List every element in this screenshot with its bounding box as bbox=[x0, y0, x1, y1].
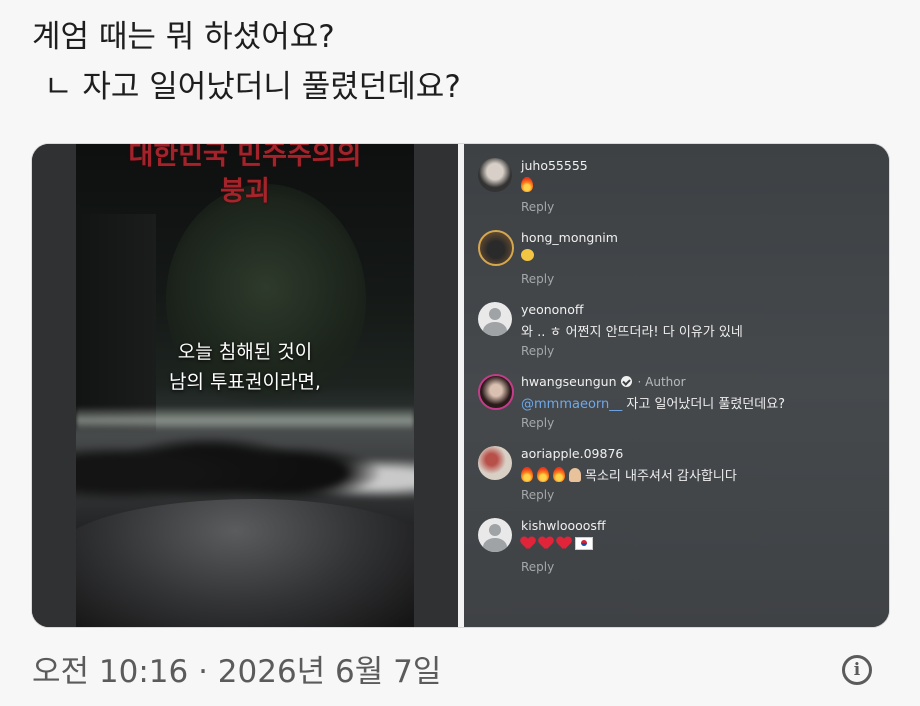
avatar[interactable] bbox=[478, 374, 514, 410]
car-image bbox=[76, 499, 414, 627]
post-text: 계엄 때는 뭐 하셨어요? ㄴ 자고 일어났더니 풀렸던데요? bbox=[32, 12, 461, 112]
heart-icon bbox=[557, 537, 571, 550]
heart-icon bbox=[539, 537, 553, 550]
comment-text bbox=[521, 177, 537, 194]
heart-icon bbox=[521, 537, 535, 550]
comment-item: hong_mongnim Reply bbox=[478, 230, 879, 300]
avatar[interactable] bbox=[478, 518, 512, 552]
comment-item: hwangseungun · Author @mmmaeorn__ 자고 일어났더… bbox=[478, 374, 879, 444]
folded-hands-icon bbox=[569, 468, 581, 482]
mention-link[interactable]: @mmmaeorn__ bbox=[521, 397, 622, 412]
comment-item: aoriapple.09876 목소리 내주셔서 감사합니다 Reply bbox=[478, 446, 879, 516]
video-pillarbox-left bbox=[32, 144, 76, 627]
avatar[interactable] bbox=[478, 446, 512, 480]
video-subtitle: 오늘 침해된 것이 남의 투표권이라면, bbox=[169, 341, 321, 393]
comment-text bbox=[521, 537, 593, 553]
post-line-1: 계엄 때는 뭐 하셨어요? bbox=[32, 19, 335, 55]
post-line-2: ㄴ 자고 일어났더니 풀렸던데요? bbox=[44, 69, 461, 105]
comment-username[interactable]: kishwloooosff bbox=[521, 518, 606, 533]
comment-item: yeononoff 와 .. ㅎ 어쩐지 안뜨더라! 다 이유가 있네 Repl… bbox=[478, 302, 879, 372]
fire-icon bbox=[521, 177, 533, 192]
reply-button[interactable]: Reply bbox=[521, 560, 554, 574]
reply-button[interactable]: Reply bbox=[521, 344, 554, 358]
comment-text bbox=[521, 249, 534, 264]
comment-text: 목소리 내주셔서 감사합니다 bbox=[521, 465, 737, 484]
comment-username[interactable]: hong_mongnim bbox=[521, 230, 618, 245]
comment-item: kishwloooosff Reply bbox=[478, 518, 879, 588]
author-tag: · Author bbox=[637, 375, 686, 389]
reply-button[interactable]: Reply bbox=[521, 488, 554, 502]
fire-icon bbox=[521, 467, 533, 482]
comment-username[interactable]: juho55555 bbox=[521, 158, 588, 173]
clap-icon bbox=[521, 249, 534, 261]
verified-icon bbox=[620, 376, 632, 387]
comment-username[interactable]: aoriapple.09876 bbox=[521, 446, 623, 461]
video-frame: 대한민국 민주주의의 붕괴 오늘 침해된 것이 남의 투표권이라면, bbox=[76, 144, 414, 627]
avatar[interactable] bbox=[478, 302, 512, 336]
comment-username[interactable]: hwangseungun · Author bbox=[521, 374, 686, 389]
info-icon[interactable]: i bbox=[842, 655, 872, 685]
video-title: 대한민국 민주주의의 붕괴 bbox=[128, 144, 362, 207]
avatar[interactable] bbox=[478, 158, 512, 192]
comment-text: @mmmaeorn__ 자고 일어났더니 풀렸던데요? bbox=[521, 397, 786, 412]
comment-username[interactable]: yeononoff bbox=[521, 302, 584, 317]
reply-button[interactable]: Reply bbox=[521, 416, 554, 430]
reply-button[interactable]: Reply bbox=[521, 200, 554, 214]
media-container[interactable]: 대한민국 민주주의의 붕괴 오늘 침해된 것이 남의 투표권이라면, juho5… bbox=[31, 143, 890, 628]
post-timestamp[interactable]: 오전 10:16 · 2026년 6월 7일 bbox=[32, 646, 441, 691]
fire-icon bbox=[553, 467, 565, 482]
kr-flag-icon bbox=[575, 537, 593, 550]
video-thumbnail[interactable]: 대한민국 민주주의의 붕괴 오늘 침해된 것이 남의 투표권이라면, bbox=[32, 144, 458, 627]
comment-item: juho55555 Reply bbox=[478, 158, 879, 228]
fire-icon bbox=[537, 467, 549, 482]
comments-panel[interactable]: juho55555 Reply hong_mongnim Reply yeono… bbox=[464, 144, 889, 627]
comment-text: 와 .. ㅎ 어쩐지 안뜨더라! 다 이유가 있네 bbox=[521, 325, 743, 340]
video-pillarbox-right bbox=[414, 144, 458, 627]
reply-button[interactable]: Reply bbox=[521, 272, 554, 286]
avatar[interactable] bbox=[478, 230, 514, 266]
